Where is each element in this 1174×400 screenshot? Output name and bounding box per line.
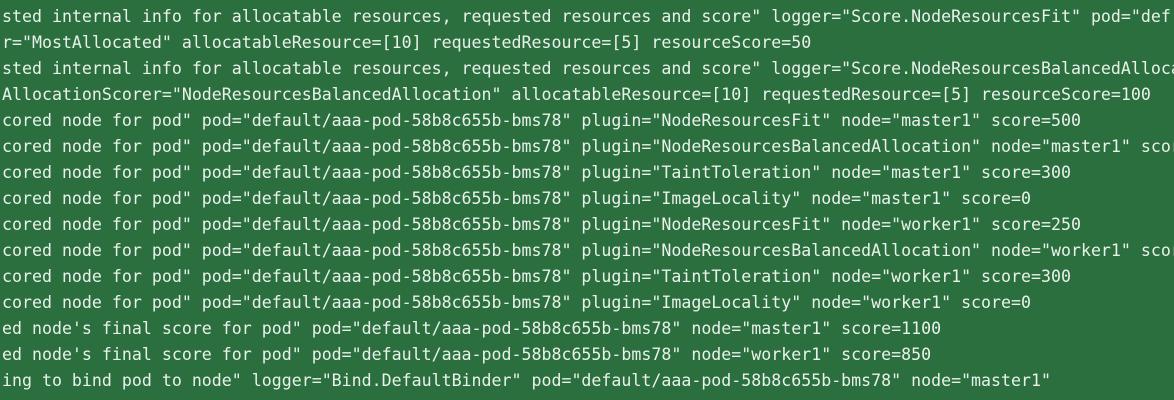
- log-line: cored node for pod" pod="default/aaa-pod…: [2, 137, 1174, 156]
- log-line: cored node for pod" pod="default/aaa-pod…: [2, 111, 1081, 130]
- log-line: cored node for pod" pod="default/aaa-pod…: [2, 293, 1031, 312]
- log-line: cored node for pod" pod="default/aaa-pod…: [2, 267, 1071, 286]
- log-line: ed node's final score for pod" pod="defa…: [2, 345, 932, 364]
- log-line: cored node for pod" pod="default/aaa-pod…: [2, 189, 1031, 208]
- log-line: cored node for pod" pod="default/aaa-pod…: [2, 215, 1081, 234]
- log-lines: sted internal info for allocatable resou…: [2, 4, 1174, 394]
- log-line: r="MostAllocated" allocatableResource=[1…: [2, 33, 812, 52]
- log-line: sted internal info for allocatable resou…: [2, 7, 1171, 26]
- terminal-output[interactable]: sted internal info for allocatable resou…: [0, 0, 1174, 400]
- log-line: AllocationScorer="NodeResourcesBalancedA…: [2, 85, 1151, 104]
- log-line: cored node for pod" pod="default/aaa-pod…: [2, 241, 1174, 260]
- log-line: sted internal info for allocatable resou…: [2, 59, 1174, 78]
- log-line: ed node's final score for pod" pod="defa…: [2, 319, 942, 338]
- log-line: ing to bind pod to node" logger="Bind.De…: [2, 371, 1051, 390]
- log-line: cored node for pod" pod="default/aaa-pod…: [2, 163, 1071, 182]
